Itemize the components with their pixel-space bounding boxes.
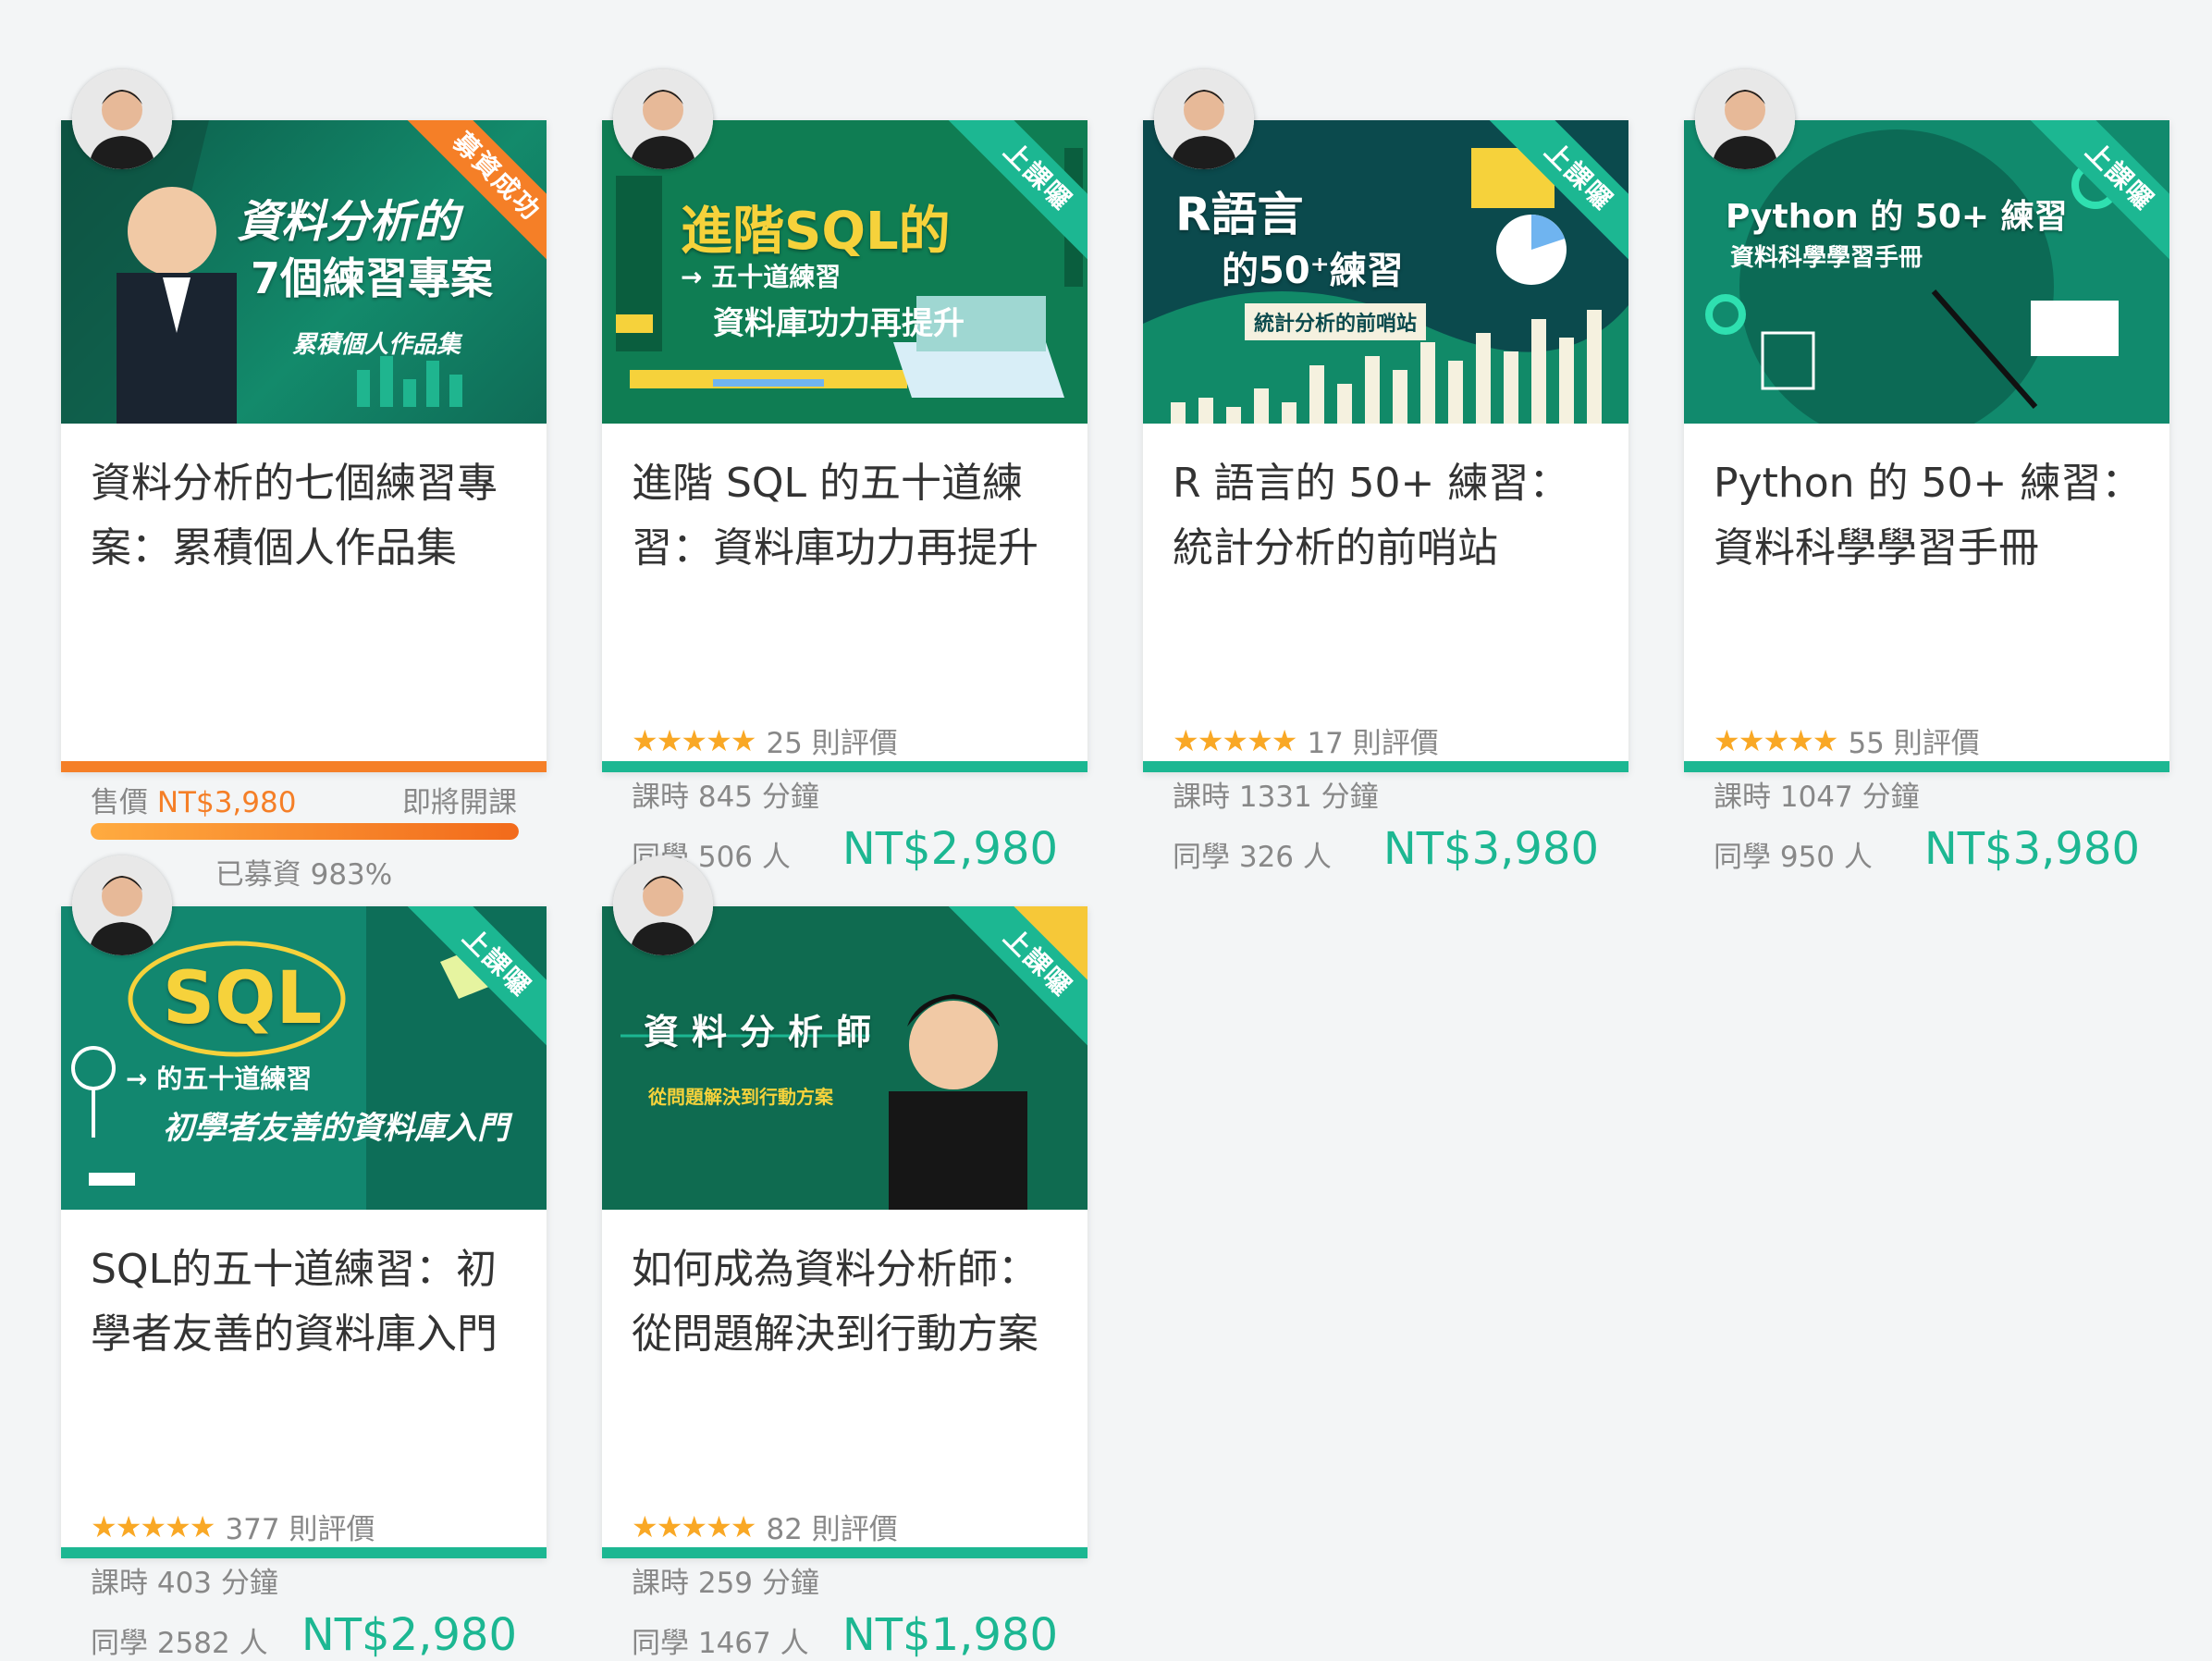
course-title[interactable]: 如何成為資料分析師：從問題解決到行動方案	[632, 1237, 1062, 1367]
course-price: NT$3,980	[1382, 823, 1599, 875]
course-title[interactable]: SQL的五十道練習：初學者友善的資料庫入門	[91, 1237, 521, 1367]
thumbnail-title: 進階SQL的	[681, 202, 951, 262]
course-price: NT$2,980	[301, 1609, 517, 1661]
card-accent-bar	[1684, 761, 2169, 772]
thumbnail-title-2: → 五十道練習	[681, 262, 842, 292]
course-price: NT$2,980	[842, 823, 1058, 875]
instructor-avatar-icon	[72, 855, 172, 955]
review-count: 25 則評價	[766, 727, 898, 760]
course-card[interactable]: Python 的 50+ 練習 資料科學學習手冊 上課囉 Python 的 50…	[1684, 69, 2169, 875]
thumbnail-subtitle: 統計分析的前哨站	[1245, 303, 1427, 340]
card-accent-bar	[602, 1547, 1088, 1558]
review-count: 17 則評價	[1307, 727, 1439, 760]
rating-row: ★★★★★ 25 則評價	[632, 720, 898, 761]
course-card[interactable]: R語言 的50⁺練習 統計分析的前哨站 上課囉 R 語言的 50+ 練習：統計分…	[1143, 69, 1628, 875]
instructor-avatar-icon	[72, 69, 172, 169]
course-price: NT$1,980	[842, 1609, 1058, 1661]
thumbnail-subtitle: 累積個人作品集	[292, 331, 461, 359]
card-accent-bar	[1143, 761, 1628, 772]
thumbnail-title: R語言	[1175, 188, 1304, 241]
course-card[interactable]: 進階SQL的 → 五十道練習 資料庫功力再提升 上課囉 進階 SQL 的五十道練…	[602, 69, 1088, 875]
review-count: 82 則評價	[766, 1513, 898, 1546]
review-count: 55 則評價	[1848, 727, 1980, 760]
star-rating-icon: ★★★★★	[91, 1508, 215, 1544]
review-count: 377 則評價	[225, 1513, 375, 1546]
thumbnail-title: Python 的 50+ 練習	[1726, 198, 2068, 236]
thumbnail-subtitle: 資料科學學習手冊	[1730, 244, 1923, 272]
star-rating-icon: ★★★★★	[1714, 722, 1838, 758]
star-rating-icon: ★★★★★	[632, 1508, 756, 1544]
thumbnail-title: 資料分析的	[237, 196, 460, 248]
funding-progress-fill	[91, 823, 519, 840]
instructor-avatar-icon	[1154, 69, 1254, 169]
card-accent-bar	[61, 761, 547, 772]
student-count: 同學 1467 人	[632, 1627, 809, 1660]
course-duration: 課時 403 分鐘	[91, 1567, 278, 1600]
course-title[interactable]: 進階 SQL 的五十道練習：資料庫功力再提升	[632, 451, 1062, 581]
fund-price-label: 售價 NT$3,980	[91, 779, 296, 820]
student-count: 同學 950 人	[1714, 841, 1873, 874]
funding-progress-bar	[91, 823, 519, 840]
course-price: NT$3,980	[1923, 823, 2140, 875]
course-card[interactable]: 資料分析師 從問題解決到行動方案 上課囉 如何成為資料分析師：從問題解決到行動方…	[602, 855, 1088, 1661]
thumbnail-subtitle: 資料庫功力再提升	[713, 305, 965, 342]
course-duration: 課時 1047 分鐘	[1714, 781, 1920, 814]
course-title[interactable]: 資料分析的七個練習專案：累積個人作品集	[91, 451, 521, 581]
instructor-avatar-icon	[613, 855, 713, 955]
thumbnail-subtitle: 從問題解決到行動方案	[648, 1086, 833, 1108]
course-title[interactable]: Python 的 50+ 練習：資料科學學習手冊	[1714, 451, 2144, 581]
course-title[interactable]: R 語言的 50+ 練習：統計分析的前哨站	[1173, 451, 1603, 581]
card-accent-bar	[602, 761, 1088, 772]
rating-row: ★★★★★ 377 則評價	[91, 1506, 375, 1547]
price-label: 售價	[91, 786, 148, 819]
thumbnail-title: SQL	[163, 957, 323, 1040]
instructor-avatar-icon	[613, 69, 713, 169]
instructor-avatar-icon	[1695, 69, 1795, 169]
fund-price: NT$3,980	[156, 786, 297, 819]
course-duration: 課時 1331 分鐘	[1173, 781, 1379, 814]
rating-row: ★★★★★ 55 則評價	[1714, 720, 1980, 761]
star-rating-icon: ★★★★★	[632, 722, 756, 758]
fund-status: 即將開課	[402, 786, 517, 819]
thumbnail-title-2: 7個練習專案	[251, 253, 494, 303]
card-accent-bar	[61, 1547, 547, 1558]
student-count: 同學 2582 人	[91, 1627, 268, 1660]
thumbnail-title-2: 的50⁺練習	[1222, 250, 1404, 292]
course-card[interactable]: SQL → 的五十道練習 初學者友善的資料庫入門 上課囉 SQL的五十道練習：初…	[61, 855, 547, 1661]
star-rating-icon: ★★★★★	[1173, 722, 1297, 758]
rating-row: ★★★★★ 17 則評價	[1173, 720, 1439, 761]
course-card[interactable]: 資料分析的 7個練習專案 累積個人作品集 募資成功 資料分析的七個練習專案：累積…	[61, 69, 547, 892]
rating-row: ★★★★★ 82 則評價	[632, 1506, 898, 1547]
course-duration: 課時 845 分鐘	[632, 781, 819, 814]
thumbnail-title-2: → 的五十道練習	[126, 1064, 313, 1094]
thumbnail-title: 資料分析師	[644, 1012, 885, 1052]
course-duration: 課時 259 分鐘	[632, 1567, 819, 1600]
thumbnail-subtitle: 初學者友善的資料庫入門	[163, 1110, 509, 1147]
student-count: 同學 326 人	[1173, 841, 1332, 874]
